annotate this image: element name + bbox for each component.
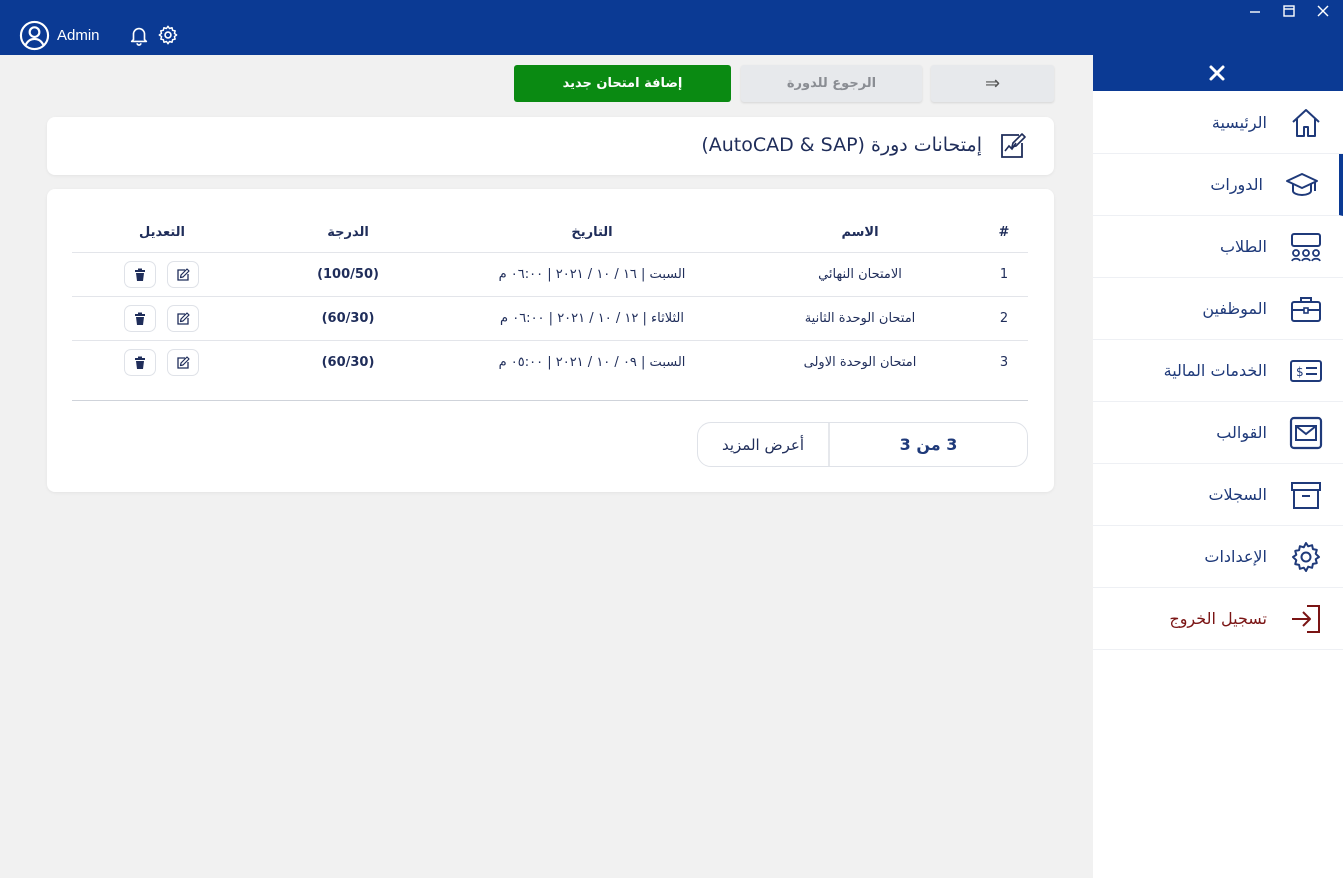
divider (72, 340, 1028, 341)
row-date: الثلاثاء | ١٢ / ١٠ / ٢٠٢١ | ٠٦:٠٠ م (500, 311, 684, 326)
delete-button[interactable] (124, 261, 156, 288)
edit-icon (177, 355, 190, 369)
sidebar-item-label: الطلاب (1219, 237, 1267, 256)
edit-icon (177, 267, 190, 281)
sidebar-header (1093, 55, 1343, 91)
gear-icon (1292, 541, 1320, 572)
sidebar-item-settings[interactable]: الإعدادات (1093, 526, 1343, 588)
show-more-button[interactable]: أعرض المزيد (698, 423, 830, 466)
row-name: امتحان الوحدة الاولى (803, 355, 917, 370)
sidebar: الرئيسية الدورات الطلاب الموظفين الخدمات… (1093, 55, 1343, 878)
exams-table-card: # الاسم التاريخ الدرجة التعديل 1 الامتحا… (47, 189, 1054, 492)
column-header-index: # (998, 225, 1010, 240)
column-header-edit: التعديل (139, 225, 185, 240)
username: Admin (57, 27, 100, 44)
sidebar-item-templates[interactable]: القوالب (1093, 402, 1343, 464)
settings-gear-icon[interactable] (157, 24, 179, 46)
sidebar-item-students[interactable]: الطلاب (1093, 216, 1343, 278)
bell-icon[interactable] (128, 23, 150, 47)
divider (72, 252, 1028, 253)
exam-edit-icon (1001, 133, 1026, 158)
top-bar: Admin (0, 0, 1343, 55)
sidebar-item-label: الرئيسية (1211, 113, 1267, 132)
home-icon (1292, 108, 1320, 137)
row-name: الامتحان النهائي (818, 267, 902, 282)
finance-bill-icon: $ (1290, 359, 1322, 382)
row-name: امتحان الوحدة الثانية (804, 311, 916, 326)
row-grade: (60/30) (321, 311, 375, 326)
sidebar-item-label: تسجيل الخروج (1169, 609, 1267, 628)
row-grade: (60/30) (321, 355, 375, 370)
trash-icon (135, 356, 145, 369)
logout-icon (1292, 604, 1320, 633)
sidebar-item-records[interactable]: السجلات (1093, 464, 1343, 526)
forward-arrow-button[interactable]: ⇒ (931, 65, 1054, 102)
graduation-cap-icon (1286, 172, 1318, 196)
row-index: 3 (999, 355, 1009, 370)
page-title: إمتحانات دورة (AutoCAD & SAP) (701, 134, 982, 156)
window-maximize-icon[interactable] (1279, 3, 1299, 19)
edit-icon (177, 311, 190, 325)
sidebar-item-label: الخدمات المالية (1163, 361, 1267, 380)
add-exam-button[interactable]: إضافة امتحان جديد (514, 65, 731, 102)
column-header-name: الاسم (841, 225, 879, 240)
page-title-card: إمتحانات دورة (AutoCAD & SAP) (47, 117, 1054, 175)
archive-box-icon (1291, 481, 1321, 509)
briefcase-icon (1291, 296, 1321, 322)
back-to-course-button[interactable]: الرجوع للدورة (741, 65, 922, 102)
edit-button[interactable] (167, 349, 199, 376)
pagination: أعرض المزيد 3 من 3 (697, 422, 1028, 467)
delete-button[interactable] (124, 305, 156, 332)
row-index: 2 (999, 311, 1009, 326)
delete-button[interactable] (124, 349, 156, 376)
sidebar-item-label: الموظفين (1202, 299, 1267, 318)
sidebar-item-label: الإعدادات (1204, 547, 1267, 566)
edit-button[interactable] (167, 261, 199, 288)
sidebar-item-label: السجلات (1208, 485, 1267, 504)
sidebar-item-logout[interactable]: تسجيل الخروج (1093, 588, 1343, 650)
close-sidebar-icon[interactable] (1208, 64, 1226, 82)
trash-icon (135, 312, 145, 325)
user-menu[interactable]: Admin (19, 20, 100, 51)
row-grade: (100/50) (317, 267, 379, 282)
table-bottom-divider (72, 400, 1028, 401)
sidebar-item-courses[interactable]: الدورات (1093, 154, 1343, 216)
row-date: السبت | ٠٩ / ١٠ / ٢٠٢١ | ٠٥:٠٠ م (498, 355, 686, 370)
window-minimize-icon[interactable] (1245, 3, 1265, 19)
column-header-grade: الدرجة (327, 225, 369, 240)
students-icon (1291, 232, 1321, 261)
sidebar-item-finance[interactable]: الخدمات المالية $ (1093, 340, 1343, 402)
edit-button[interactable] (167, 305, 199, 332)
sidebar-item-label: القوالب (1216, 423, 1267, 442)
divider (72, 296, 1028, 297)
column-header-date: التاريخ (571, 225, 613, 240)
window-close-icon[interactable] (1313, 3, 1333, 19)
user-avatar-icon[interactable] (19, 20, 50, 51)
results-count: 3 من 3 (899, 435, 958, 454)
envelope-icon (1289, 416, 1323, 449)
svg-text:$: $ (1296, 365, 1304, 379)
row-date: السبت | ١٦ / ١٠ / ٢٠٢١ | ٠٦:٠٠ م (498, 267, 686, 282)
sidebar-item-employees[interactable]: الموظفين (1093, 278, 1343, 340)
sidebar-item-home[interactable]: الرئيسية (1093, 92, 1343, 154)
row-index: 1 (999, 267, 1009, 282)
sidebar-item-label: الدورات (1210, 175, 1263, 194)
trash-icon (135, 268, 145, 281)
